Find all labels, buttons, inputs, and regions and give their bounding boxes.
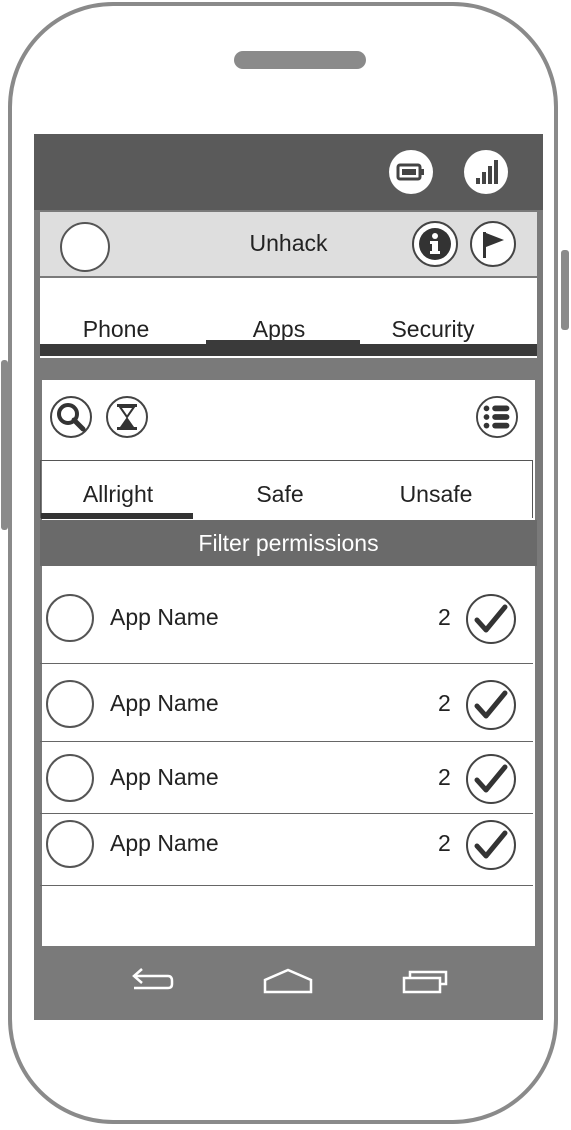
checkmark-icon[interactable]: [466, 754, 516, 804]
home-icon[interactable]: [262, 964, 314, 1000]
app-name: App Name: [110, 764, 219, 790]
app-title: Unhack: [249, 230, 328, 256]
app-bar: Unhack: [40, 212, 537, 276]
checkmark-icon[interactable]: [466, 680, 516, 730]
content-area: Allright Safe Unsafe Filter permissions …: [40, 380, 537, 946]
tab-apps[interactable]: Apps: [204, 316, 354, 343]
list-item[interactable]: App Name 2: [40, 814, 533, 886]
power-button: [561, 250, 569, 330]
selected-tab-indicator: [206, 340, 360, 346]
list-item[interactable]: App Name 2: [40, 664, 533, 742]
tab-phone[interactable]: Phone: [41, 316, 191, 343]
app-icon: [46, 820, 94, 868]
permission-count: 2: [438, 604, 451, 630]
search-icon[interactable]: [50, 396, 92, 438]
signal-icon: [464, 150, 508, 194]
filter-permissions-header[interactable]: Filter permissions: [40, 520, 537, 566]
app-icon: [46, 680, 94, 728]
flag-icon[interactable]: [470, 221, 516, 267]
list-item[interactable]: App Name 2: [40, 566, 533, 664]
tab-security[interactable]: Security: [358, 316, 508, 343]
app-name: App Name: [110, 604, 219, 630]
speaker-grill: [234, 51, 366, 69]
app-name: App Name: [110, 830, 219, 856]
navigation-bar: [34, 946, 543, 1020]
subtab-safe[interactable]: Safe: [205, 481, 355, 508]
menu-list-icon[interactable]: [476, 396, 518, 438]
status-bar: [34, 134, 543, 210]
list-item[interactable]: App Name 2: [40, 742, 533, 814]
main-tabs: Phone Apps Security: [40, 278, 537, 358]
subtab-unsafe[interactable]: Unsafe: [361, 481, 511, 508]
info-icon[interactable]: [412, 221, 458, 267]
battery-icon: [389, 150, 433, 194]
app-icon: [46, 754, 94, 802]
recent-apps-icon[interactable]: [400, 964, 452, 1000]
subtab-allright[interactable]: Allright: [43, 481, 193, 508]
selected-subtab-indicator: [41, 513, 193, 519]
volume-button: [1, 360, 8, 530]
permission-count: 2: [438, 690, 451, 716]
screen: Unhack Phone Apps Security Allright Safe…: [34, 134, 543, 1020]
permission-count: 2: [438, 830, 451, 856]
app-name: App Name: [110, 690, 219, 716]
hourglass-icon[interactable]: [106, 396, 148, 438]
app-icon: [46, 594, 94, 642]
checkmark-icon[interactable]: [466, 594, 516, 644]
permission-count: 2: [438, 764, 451, 790]
filter-sub-tabs: Allright Safe Unsafe: [40, 460, 533, 519]
back-icon[interactable]: [126, 964, 176, 1000]
checkmark-icon[interactable]: [466, 820, 516, 870]
